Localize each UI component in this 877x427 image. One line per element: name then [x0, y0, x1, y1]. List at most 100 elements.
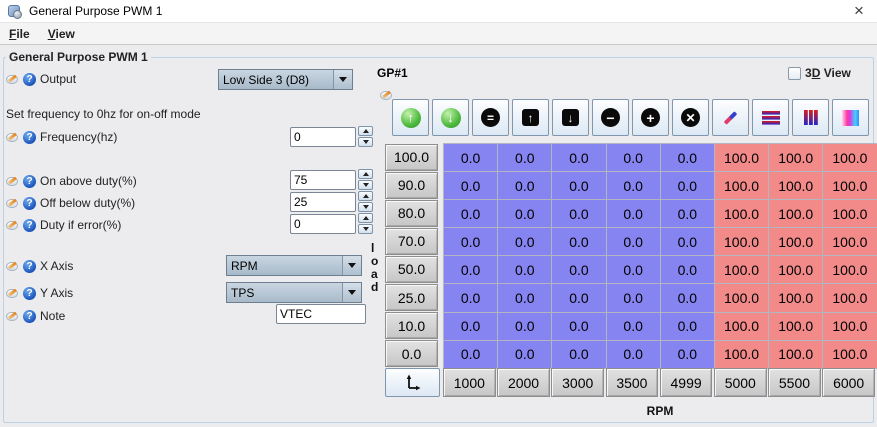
row-header-70.0[interactable]: 70.0	[385, 227, 438, 255]
shift-down-button[interactable]: ↓	[552, 99, 589, 136]
table-cell[interactable]: 0.0	[606, 172, 661, 201]
spin-down-button[interactable]	[358, 224, 373, 234]
note-bubble-icon[interactable]	[6, 131, 19, 144]
table-cell[interactable]: 0.0	[552, 312, 607, 341]
table-cell[interactable]: 0.0	[552, 256, 607, 285]
col-header-2000[interactable]: 2000	[497, 368, 550, 397]
row-header-25.0[interactable]: 25.0	[385, 283, 438, 312]
view3d-toggle[interactable]: 3D View	[788, 66, 851, 80]
table-cell[interactable]: 100.0	[714, 256, 770, 285]
note-bubble-icon[interactable]	[6, 260, 19, 273]
table-cell[interactable]: 100.0	[769, 340, 824, 369]
y-axis-dropdown[interactable]: TPS	[226, 282, 362, 303]
table-cell[interactable]: 0.0	[498, 256, 553, 285]
close-button[interactable]: ×	[847, 0, 871, 22]
table-cell[interactable]: 0.0	[606, 284, 661, 313]
table-cell[interactable]: 100.0	[823, 340, 877, 369]
decrease-green-button[interactable]: ↓	[432, 99, 469, 136]
table-cell[interactable]: 0.0	[444, 284, 499, 313]
table-cell[interactable]: 100.0	[769, 284, 824, 313]
col-header-1000[interactable]: 1000	[443, 368, 496, 397]
col-header-3000[interactable]: 3000	[551, 368, 605, 397]
increment-button[interactable]: +	[632, 99, 669, 136]
spin-down-button[interactable]	[358, 202, 373, 212]
chevron-down-icon[interactable]	[342, 256, 361, 275]
interpolate-columns-button[interactable]	[792, 99, 829, 136]
table-cell[interactable]: 0.0	[660, 228, 715, 257]
table-cell[interactable]: 100.0	[823, 172, 877, 201]
row-header-0.0[interactable]: 0.0	[385, 340, 438, 368]
spin-up-button[interactable]	[358, 169, 373, 179]
set-equal-button[interactable]: =	[472, 99, 509, 136]
frequency-input[interactable]	[290, 127, 356, 147]
table-cell[interactable]: 0.0	[498, 200, 553, 229]
duty-if-error-input[interactable]	[290, 214, 356, 234]
table-cell[interactable]: 0.0	[552, 172, 607, 201]
table-cell[interactable]: 100.0	[714, 200, 770, 229]
help-icon[interactable]	[23, 72, 36, 86]
table-cell[interactable]: 0.0	[498, 144, 553, 173]
table-cell[interactable]: 0.0	[606, 200, 661, 229]
table-cell[interactable]: 0.0	[498, 172, 553, 201]
table-cell[interactable]: 0.0	[552, 340, 607, 369]
table-cell[interactable]: 0.0	[660, 144, 715, 173]
off-below-duty-input[interactable]	[290, 192, 356, 212]
table-cell[interactable]: 0.0	[444, 144, 499, 173]
note-bubble-icon[interactable]	[6, 197, 19, 210]
table-cell[interactable]: 100.0	[714, 284, 770, 313]
table-cell[interactable]: 0.0	[498, 284, 553, 313]
help-icon[interactable]	[23, 286, 36, 300]
note-bubble-icon[interactable]	[6, 219, 19, 232]
table-cell[interactable]: 0.0	[660, 284, 715, 313]
table-cell[interactable]: 100.0	[823, 144, 877, 173]
axis-swap-button[interactable]	[385, 368, 440, 397]
table-cell[interactable]: 0.0	[552, 200, 607, 229]
table-cell[interactable]: 100.0	[823, 256, 877, 285]
note-bubble-icon[interactable]	[6, 287, 19, 300]
table-cell[interactable]: 100.0	[769, 200, 824, 229]
table-cell[interactable]: 100.0	[714, 340, 770, 369]
spin-up-button[interactable]	[358, 126, 373, 136]
table-cell[interactable]: 0.0	[660, 340, 715, 369]
table-cell[interactable]: 0.0	[606, 312, 661, 341]
table-cell[interactable]: 100.0	[714, 172, 770, 201]
on-above-duty-input[interactable]	[290, 170, 356, 190]
table-cell[interactable]: 0.0	[660, 200, 715, 229]
table-cell[interactable]: 100.0	[823, 200, 877, 229]
table-cell[interactable]: 100.0	[714, 312, 770, 341]
table-cell[interactable]: 100.0	[769, 172, 824, 201]
table-cell[interactable]: 100.0	[769, 312, 824, 341]
interpolate-rows-button[interactable]	[752, 99, 789, 136]
table-cell[interactable]: 100.0	[823, 228, 877, 257]
table-cell[interactable]: 0.0	[660, 256, 715, 285]
chevron-down-icon[interactable]	[342, 283, 361, 302]
table-cell[interactable]: 100.0	[769, 144, 824, 173]
gradient-colors-button[interactable]	[832, 99, 869, 136]
spin-down-button[interactable]	[358, 137, 373, 147]
table-cell[interactable]: 0.0	[552, 228, 607, 257]
table-cell[interactable]: 0.0	[606, 144, 661, 173]
table-cell[interactable]: 0.0	[498, 228, 553, 257]
note-bubble-icon[interactable]	[6, 310, 19, 323]
shift-up-button[interactable]: ↑	[512, 99, 549, 136]
table-cell[interactable]: 100.0	[823, 284, 877, 313]
col-header-6000[interactable]: 6000	[822, 368, 875, 397]
note-input[interactable]	[276, 304, 366, 324]
help-icon[interactable]	[23, 196, 36, 210]
view3d-checkbox[interactable]	[788, 66, 801, 80]
table-cell[interactable]: 0.0	[444, 172, 499, 201]
menu-file[interactable]: File	[0, 27, 39, 41]
spin-up-button[interactable]	[358, 213, 373, 223]
table-cell[interactable]: 0.0	[660, 172, 715, 201]
x-axis-dropdown[interactable]: RPM	[226, 255, 362, 276]
output-dropdown[interactable]: Low Side 3 (D8)	[218, 69, 353, 90]
note-bubble-icon[interactable]	[6, 175, 19, 188]
edit-pencil-button[interactable]	[712, 99, 749, 136]
col-header-3500[interactable]: 3500	[605, 368, 659, 397]
help-icon[interactable]	[23, 309, 36, 323]
table-cell[interactable]: 0.0	[444, 256, 499, 285]
col-header-4999[interactable]: 4999	[659, 368, 713, 397]
table-cell[interactable]: 0.0	[498, 340, 553, 369]
table-cell[interactable]: 0.0	[606, 256, 661, 285]
help-icon[interactable]	[23, 130, 36, 144]
